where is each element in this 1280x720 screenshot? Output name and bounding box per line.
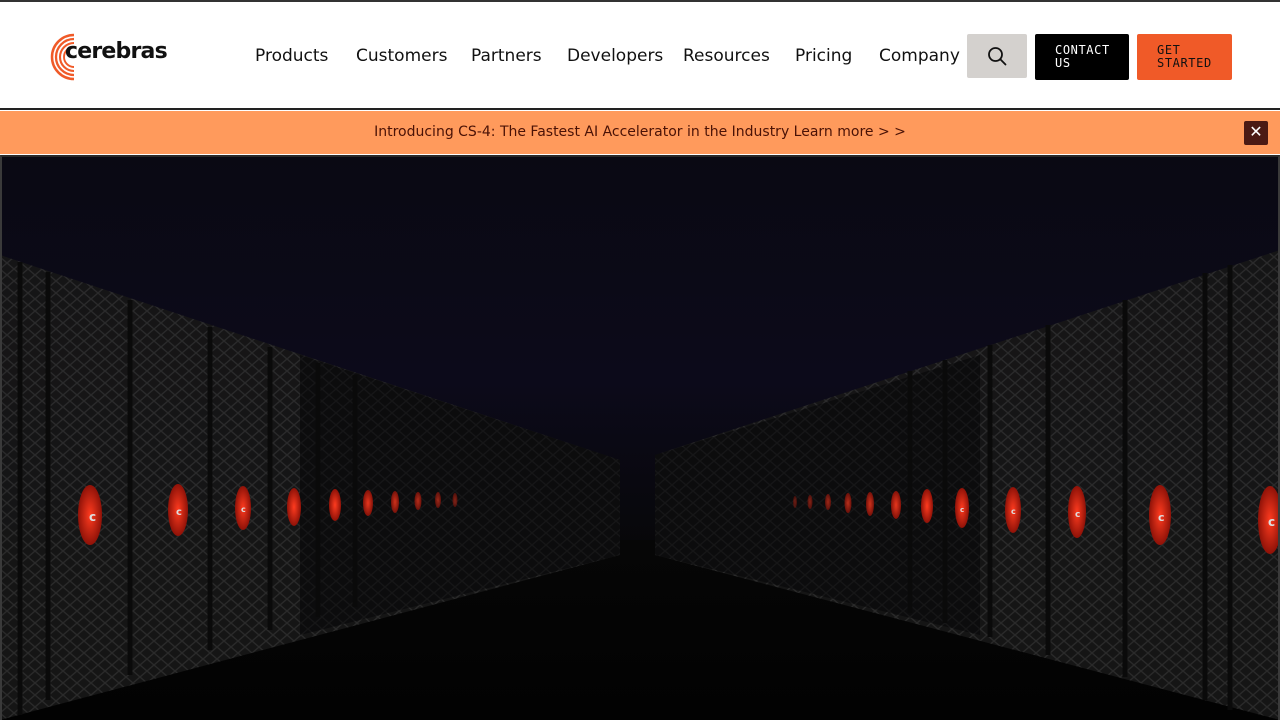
announcement-banner: Introducing CS-4: The Fastest AI Acceler…: [0, 111, 1280, 154]
svg-text:c: c: [960, 506, 964, 514]
hero-image: c c c c c c c c: [0, 155, 1280, 720]
server-aisle-image: c c c c c c c c: [0, 250, 1280, 720]
nav-partners[interactable]: Partners: [471, 46, 542, 66]
nav-products[interactable]: Products: [255, 46, 328, 66]
svg-text:c: c: [176, 507, 182, 518]
search-icon: [988, 47, 1007, 66]
nav-resources[interactable]: Resources: [683, 46, 770, 66]
nav-developers[interactable]: Developers: [567, 46, 663, 66]
nav-pricing[interactable]: Pricing: [795, 46, 852, 66]
contact-us-button[interactable]: CONTACT US: [1035, 34, 1129, 80]
close-icon[interactable]: ✕: [1244, 121, 1268, 145]
svg-text:c: c: [1268, 515, 1275, 529]
nav-company[interactable]: Company: [879, 46, 960, 66]
page: cerebras Products Customers Partners Dev…: [0, 0, 1280, 720]
svg-text:c: c: [1075, 510, 1080, 520]
banner-link[interactable]: Introducing CS-4: The Fastest AI Acceler…: [0, 124, 1280, 140]
logo-wordmark: cerebras: [65, 39, 168, 64]
svg-text:c: c: [1011, 507, 1016, 516]
svg-text:c: c: [241, 505, 246, 514]
nav-customers[interactable]: Customers: [356, 46, 447, 66]
site-header: cerebras Products Customers Partners Dev…: [0, 2, 1280, 110]
svg-text:c: c: [89, 510, 96, 524]
cerebras-logo[interactable]: cerebras: [48, 32, 168, 82]
get-started-button[interactable]: GET STARTED: [1137, 34, 1232, 80]
svg-text:c: c: [1158, 511, 1165, 524]
search-button[interactable]: [967, 34, 1027, 78]
